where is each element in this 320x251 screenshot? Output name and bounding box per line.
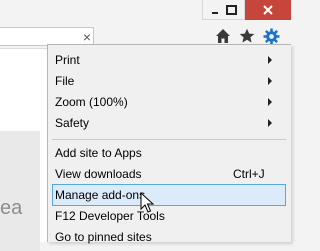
menu-separator (52, 139, 286, 140)
menu-item-label: Manage add-ons (55, 188, 146, 202)
close-button[interactable] (245, 0, 291, 20)
menu-item-file[interactable]: File (52, 70, 286, 92)
mouse-cursor-icon (140, 192, 154, 213)
menu-item-label: Safety (55, 116, 90, 130)
page-sidebar-strip (0, 131, 40, 251)
menu-item-print[interactable]: Print (52, 49, 286, 71)
page-partial-text: ea (0, 197, 23, 219)
menu-item-go-to-pinned-sites[interactable]: Go to pinned sites (52, 226, 286, 248)
menu-item-label: View downloads (55, 167, 142, 181)
menu-item-zoom[interactable]: Zoom (100%) (52, 91, 286, 113)
submenu-arrow-icon (268, 56, 272, 64)
submenu-arrow-icon (268, 98, 272, 106)
menu-item-label: File (55, 74, 75, 88)
submenu-arrow-icon (268, 119, 272, 127)
menu-item-label: Add site to Apps (55, 146, 142, 160)
home-icon[interactable] (214, 27, 232, 45)
maximize-button[interactable] (218, 0, 245, 20)
submenu-arrow-icon (268, 77, 272, 85)
menu-item-add-site-to-apps[interactable]: Add site to Apps (52, 142, 286, 164)
title-bar (0, 0, 291, 24)
tools-menu: Print File Zoom (100%) Safety Add site t… (47, 44, 291, 244)
menu-item-f12-developer-tools[interactable]: F12 Developer Tools (52, 205, 286, 227)
menu-item-view-downloads[interactable]: View downloads Ctrl+J (52, 163, 286, 185)
menu-item-safety[interactable]: Safety (52, 112, 286, 134)
tools-gear-icon[interactable] (262, 27, 280, 45)
favorites-star-icon[interactable] (238, 27, 256, 45)
menu-item-shortcut: Ctrl+J (233, 167, 265, 181)
menu-item-manage-add-ons[interactable]: Manage add-ons (52, 184, 286, 206)
menu-item-label: Print (55, 53, 80, 67)
menu-item-label: Zoom (100%) (55, 95, 128, 109)
maximize-icon (225, 4, 237, 15)
close-icon (263, 5, 273, 15)
